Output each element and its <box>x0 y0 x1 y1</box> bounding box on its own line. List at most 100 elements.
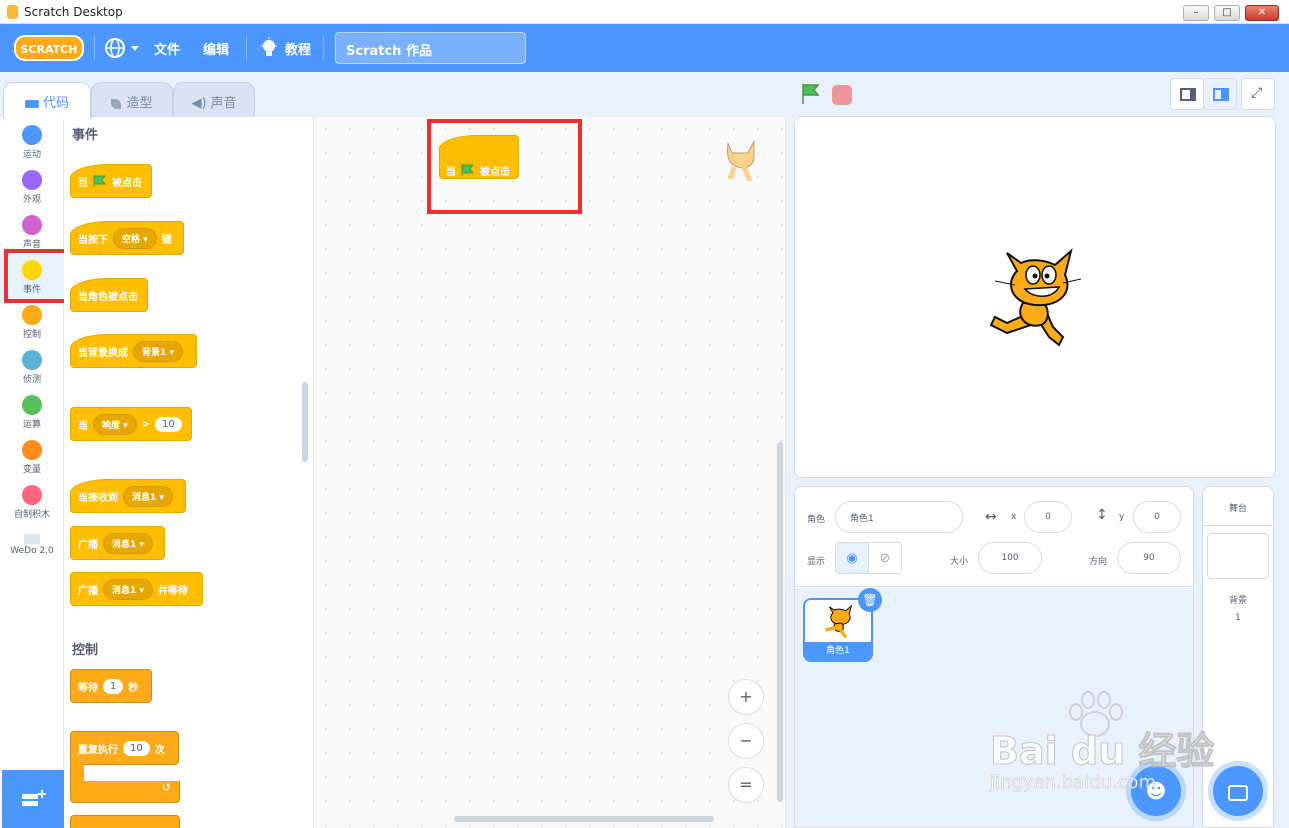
category-operators[interactable]: 运算 <box>0 389 64 433</box>
block-text: 广播 <box>78 585 98 597</box>
small-stage-button[interactable] <box>1170 78 1204 110</box>
delete-sprite-button[interactable]: 🗑 <box>858 588 882 612</box>
category-dot <box>22 215 42 235</box>
block-text: 重复执行 <box>78 744 118 756</box>
block-when-loudness[interactable]: 当 响度 ▾ > 10 <box>70 407 192 441</box>
highlight-box <box>427 119 582 214</box>
category-dot <box>22 440 42 460</box>
tutorials-menu[interactable]: 教程 <box>285 39 311 58</box>
block-text: 秒 <box>128 682 139 694</box>
block-wait-seconds[interactable]: 等待 1 秒 <box>70 669 152 703</box>
sprite-thumbnail-name: 角色1 <box>805 642 871 660</box>
backdrops-count: 1 <box>1235 613 1241 623</box>
category-sensing[interactable]: 侦测 <box>0 344 64 388</box>
block-text: 当角色被点击 <box>78 291 138 303</box>
block-forever[interactable] <box>70 815 180 828</box>
trash-icon: 🗑 <box>862 593 878 607</box>
y-label: y <box>1119 512 1125 522</box>
y-input[interactable]: 0 <box>1133 501 1181 533</box>
menu-divider <box>246 36 247 60</box>
block-broadcast[interactable]: 广播 消息1 ▾ <box>70 526 165 560</box>
zoom-in-button[interactable]: + <box>728 679 764 715</box>
backdrop-dropdown[interactable]: 背景1 ▾ <box>133 340 183 362</box>
normal-stage-button[interactable] <box>1203 78 1237 110</box>
category-control[interactable]: 控制 <box>0 299 64 343</box>
zoom-out-button[interactable]: − <box>728 723 764 759</box>
value-input[interactable]: 10 <box>155 416 182 432</box>
close-button[interactable]: ✕ <box>1245 5 1279 21</box>
paintbrush-icon <box>111 98 122 109</box>
category-sound[interactable]: 声音 <box>0 209 64 253</box>
category-dot <box>22 485 42 505</box>
tab-code[interactable]: 代码 <box>3 82 91 119</box>
stage-panel-title: 舞台 <box>1228 504 1247 514</box>
stage-canvas[interactable] <box>794 116 1276 478</box>
show-hidden-button[interactable]: ⊘ <box>868 542 902 574</box>
language-globe-icon[interactable] <box>104 37 144 59</box>
category-motion[interactable]: 运动 <box>0 119 64 163</box>
zoom-reset-button[interactable]: = <box>728 767 764 803</box>
backdrop-thumbnail[interactable] <box>1207 533 1269 579</box>
block-when-backdrop-switches[interactable]: 当背景换成 背景1 ▾ <box>70 334 197 368</box>
category-wedo[interactable]: WeDo 2.0 <box>0 524 64 568</box>
image-icon <box>1228 784 1248 801</box>
block-text: 当背景换成 <box>78 347 128 359</box>
window-title: Scratch Desktop <box>24 5 123 19</box>
block-when-sprite-clicked[interactable]: 当角色被点击 <box>70 278 148 312</box>
workspace-vertical-scrollbar[interactable] <box>777 442 783 802</box>
show-visible-button[interactable]: ◉ <box>835 542 869 574</box>
choose-backdrop-button[interactable] <box>1213 766 1263 816</box>
stage-header: ⤢ <box>795 72 1289 116</box>
sprite-name-input[interactable]: 角色1 <box>835 501 963 533</box>
sensor-dropdown[interactable]: 响度 ▾ <box>93 413 137 435</box>
value-input[interactable]: 1 <box>103 678 124 694</box>
category-label: 控制 <box>22 330 41 340</box>
x-input[interactable]: 0 <box>1024 501 1072 533</box>
size-input[interactable]: 100 <box>978 542 1042 574</box>
choose-sprite-button[interactable]: ☻ <box>1131 766 1181 816</box>
direction-input[interactable]: 90 <box>1117 542 1181 574</box>
code-workspace[interactable]: 当 被点击 + − = <box>314 117 786 828</box>
block-broadcast-and-wait[interactable]: 广播 消息1 ▾ 并等待 <box>70 572 203 606</box>
edit-menu[interactable]: 编辑 <box>203 39 229 58</box>
block-text: > <box>141 418 151 430</box>
message-dropdown[interactable]: 消息1 ▾ <box>123 485 173 507</box>
block-when-flag-clicked[interactable]: 当 被点击 <box>70 164 152 198</box>
tab-sounds-label: 声音 <box>210 96 237 111</box>
maximize-button[interactable]: □ <box>1214 5 1240 21</box>
key-dropdown[interactable]: 空格 ▾ <box>113 227 157 249</box>
category-variables[interactable]: 变量 <box>0 434 64 478</box>
lightbulb-icon[interactable] <box>260 37 278 59</box>
stop-button[interactable] <box>832 85 852 105</box>
project-title-input[interactable]: Scratch 作品 <box>335 32 526 64</box>
sprite-info: 角色 角色1 ↔ x 0 ↕ y 0 显示 ◉ ⊘ 大小 100 方向 90 <box>795 487 1193 587</box>
green-flag-button[interactable] <box>800 82 822 104</box>
tab-costumes[interactable]: 造型 <box>91 82 173 118</box>
block-text: 广播 <box>78 539 98 551</box>
category-dot <box>22 170 42 190</box>
block-repeat[interactable]: 重复执行 10 次 <box>70 731 179 765</box>
value-input[interactable]: 10 <box>123 740 150 756</box>
tab-sounds[interactable]: ◀) 声音 <box>173 82 255 118</box>
eye-slash-icon: ⊘ <box>879 550 891 566</box>
category-label: WeDo 2.0 <box>10 546 54 556</box>
add-extension-button[interactable] <box>2 770 64 828</box>
message-dropdown[interactable]: 消息1 ▾ <box>103 532 153 554</box>
category-looks[interactable]: 外观 <box>0 164 64 208</box>
message-dropdown[interactable]: 消息1 ▾ <box>103 578 153 600</box>
block-when-i-receive[interactable]: 当接收到 消息1 ▾ <box>70 479 186 513</box>
scratch-logo[interactable]: SCRATCH <box>14 34 84 62</box>
cat-sprite[interactable] <box>985 245 1085 351</box>
block-text: 被点击 <box>112 177 142 189</box>
block-text: 等待 <box>78 682 98 694</box>
fullscreen-button[interactable]: ⤢ <box>1241 78 1275 110</box>
block-when-key-pressed[interactable]: 当按下 空格 ▾ 键 <box>70 221 184 255</box>
vertical-arrows-icon: ↕ <box>1096 507 1108 523</box>
minimize-button[interactable]: – <box>1183 5 1209 21</box>
direction-label: 方向 <box>1089 557 1108 567</box>
workspace-horizontal-scrollbar[interactable] <box>454 816 714 822</box>
file-menu[interactable]: 文件 <box>154 39 180 58</box>
extension-icon <box>22 790 46 806</box>
category-my-blocks[interactable]: 自制积木 <box>0 479 64 523</box>
palette-scrollbar[interactable] <box>302 382 308 462</box>
